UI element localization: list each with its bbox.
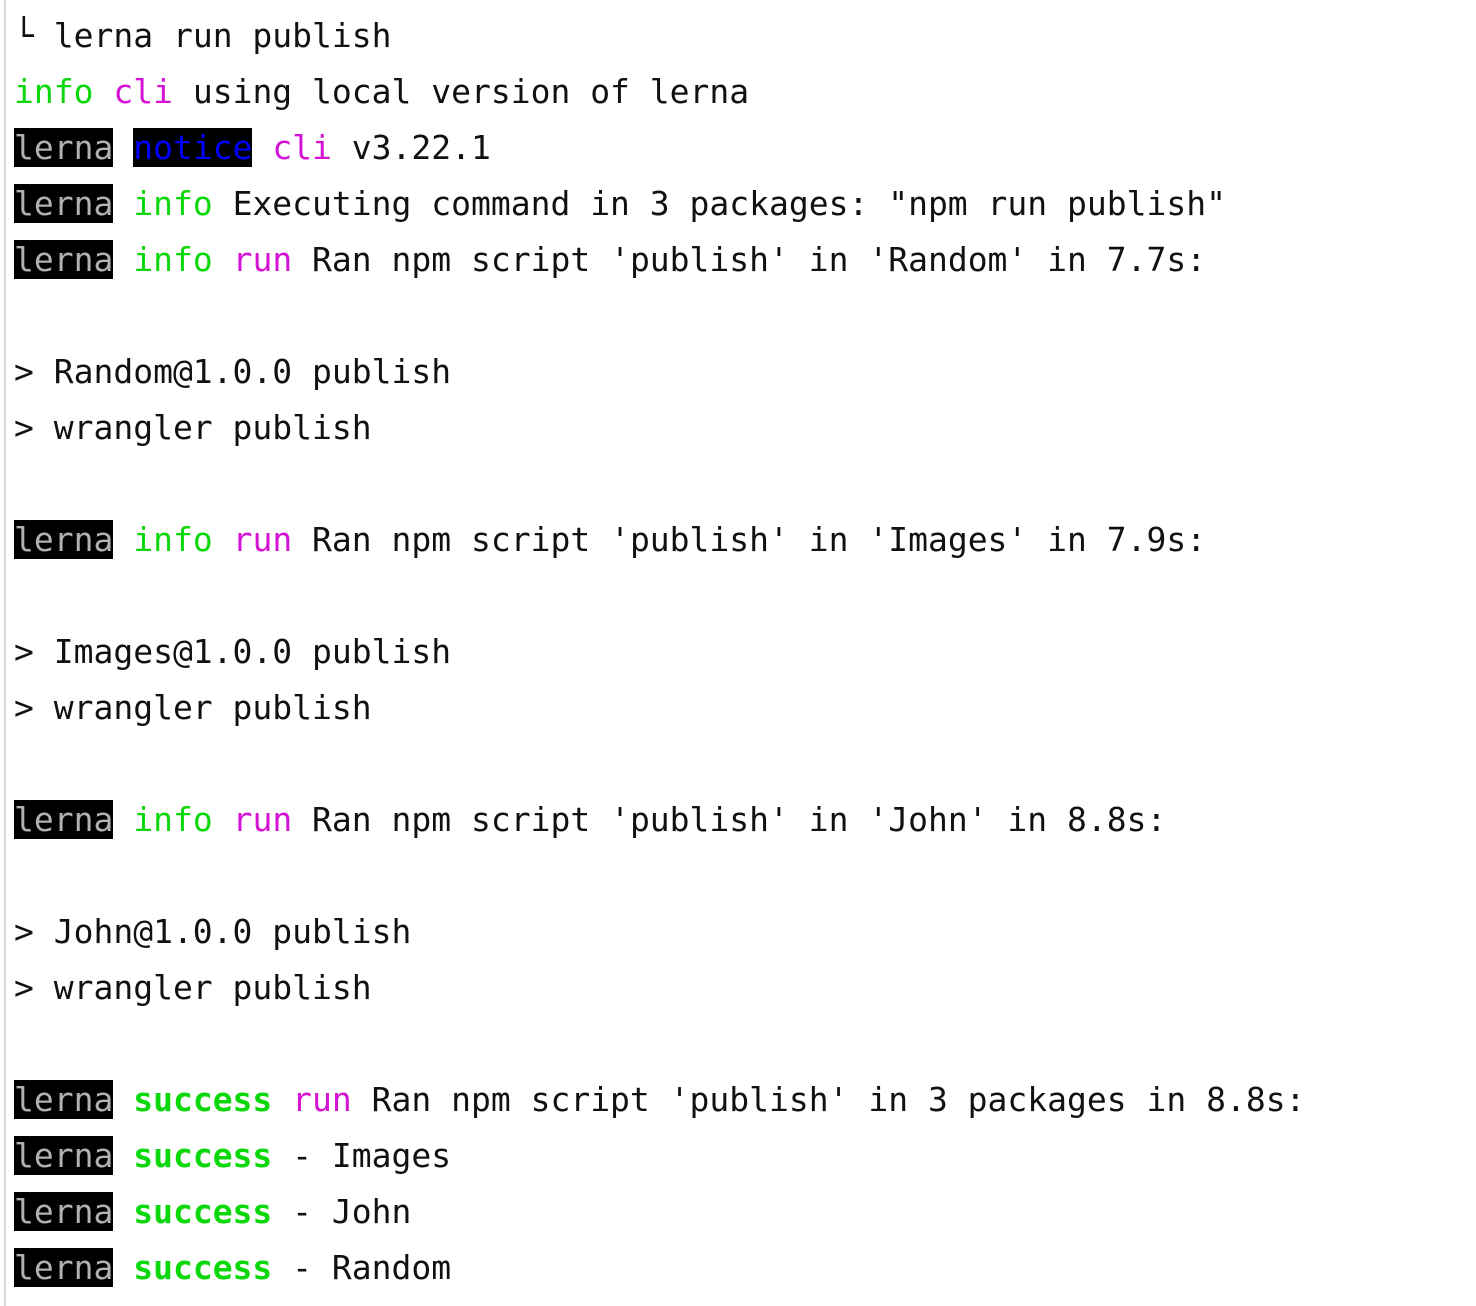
log-level-token: info <box>133 184 213 223</box>
lerna-badge: lerna <box>14 1136 114 1175</box>
line-cli-local-version: info cli using local version of lerna <box>14 64 1476 120</box>
log-message-token <box>14 464 34 503</box>
log-message-token <box>14 296 34 335</box>
lerna-badge: lerna <box>14 128 114 167</box>
log-message-token <box>14 576 34 615</box>
log-message-token: - Random <box>272 1248 452 1287</box>
line-images-pkg: > Images@1.0.0 publish <box>14 624 1476 680</box>
line-ran-john: lerna info run Ran npm script 'publish' … <box>14 792 1476 848</box>
log-message-token: v3.22.1 <box>331 128 491 167</box>
log-message-token <box>14 856 34 895</box>
log-message-token <box>113 800 133 839</box>
line-blank-4 <box>14 736 1476 792</box>
log-message-token: lerna run publish <box>53 16 392 55</box>
log-message-token <box>113 520 133 559</box>
line-john-pkg: > John@1.0.0 publish <box>14 904 1476 960</box>
log-message-token <box>113 128 133 167</box>
log-level-token: info <box>14 72 94 111</box>
log-scope-token: cli <box>272 128 332 167</box>
log-message-token: Ran npm script 'publish' in 3 packages i… <box>351 1080 1306 1119</box>
log-message-token: using local version of lerna <box>172 72 750 111</box>
log-level-token: info <box>133 240 213 279</box>
log-message-token: > wrangler publish <box>14 968 372 1007</box>
line-notice-cli-version: lerna notice cli v3.22.1 <box>14 120 1476 176</box>
line-ran-random: lerna info run Ran npm script 'publish' … <box>14 232 1476 288</box>
log-scope-token: run <box>232 520 293 559</box>
line-john-wrangler: > wrangler publish <box>14 960 1476 1016</box>
lerna-badge: lerna <box>14 1248 114 1287</box>
line-images-wrangler: > wrangler publish <box>14 680 1476 736</box>
log-message-token <box>113 1192 133 1231</box>
lerna-badge: lerna <box>14 520 114 559</box>
line-success-summary: lerna success run Ran npm script 'publis… <box>14 1072 1476 1128</box>
line-success-random: lerna success - Random <box>14 1240 1476 1296</box>
log-message-token: - Images <box>272 1136 452 1175</box>
log-level-token: info <box>133 520 213 559</box>
log-message-token <box>213 800 233 839</box>
line-random-pkg: > Random@1.0.0 publish <box>14 344 1476 400</box>
log-message-token: └ <box>14 16 54 55</box>
log-message-token: Ran npm script 'publish' in 'Random' in … <box>292 240 1207 279</box>
log-message-token: > Images@1.0.0 publish <box>14 632 452 671</box>
log-message-token <box>93 72 113 111</box>
line-random-wrangler: > wrangler publish <box>14 400 1476 456</box>
line-blank-6 <box>14 1016 1476 1072</box>
log-message-token <box>113 184 133 223</box>
log-message-token: Ran npm script 'publish' in 'Images' in … <box>292 520 1207 559</box>
log-message-token: > wrangler publish <box>14 688 372 727</box>
log-message-token: Executing command in 3 packages: "npm ru… <box>212 184 1226 223</box>
log-message-token <box>113 240 133 279</box>
line-ran-images: lerna info run Ran npm script 'publish' … <box>14 512 1476 568</box>
log-message-token <box>113 1080 133 1119</box>
line-success-images: lerna success - Images <box>14 1128 1476 1184</box>
log-message-token <box>14 1024 34 1063</box>
log-level-token: info <box>133 800 213 839</box>
log-message-token <box>113 1136 133 1175</box>
lerna-badge: lerna <box>14 240 114 279</box>
log-message-token <box>14 744 34 783</box>
line-success-john: lerna success - John <box>14 1184 1476 1240</box>
log-level-token: success <box>133 1192 273 1231</box>
lerna-badge: lerna <box>14 1192 114 1231</box>
log-message-token: > John@1.0.0 publish <box>14 912 412 951</box>
terminal-window[interactable]: └ lerna run publish info cli using local … <box>0 0 1476 1306</box>
lerna-badge: lerna <box>14 800 114 839</box>
line-blank-1 <box>14 288 1476 344</box>
log-scope-token: run <box>232 800 293 839</box>
line-blank-5 <box>14 848 1476 904</box>
line-blank-2 <box>14 456 1476 512</box>
lerna-badge: lerna <box>14 184 114 223</box>
log-level-token: success <box>133 1248 273 1287</box>
log-message-token <box>252 128 272 167</box>
log-message-token <box>113 1248 133 1287</box>
terminal-output[interactable]: └ lerna run publish info cli using local … <box>14 0 1476 1296</box>
log-message-token: > Random@1.0.0 publish <box>14 352 452 391</box>
line-executing-command: lerna info Executing command in 3 packag… <box>14 176 1476 232</box>
line-command: └ lerna run publish <box>14 8 1476 64</box>
notice-badge: notice <box>133 128 253 167</box>
log-message-token: > wrangler publish <box>14 408 372 447</box>
line-blank-3 <box>14 568 1476 624</box>
terminal-left-rule <box>4 0 6 1306</box>
log-scope-token: cli <box>113 72 173 111</box>
log-message-token <box>213 240 233 279</box>
lerna-badge: lerna <box>14 1080 114 1119</box>
log-message-token: Ran npm script 'publish' in 'John' in 8.… <box>292 800 1167 839</box>
log-message-token <box>272 1080 292 1119</box>
log-scope-token: run <box>292 1080 352 1119</box>
log-scope-token: run <box>232 240 293 279</box>
log-message-token: - John <box>272 1192 412 1231</box>
log-level-token: success <box>133 1136 273 1175</box>
log-level-token: success <box>133 1080 273 1119</box>
log-message-token <box>213 520 233 559</box>
